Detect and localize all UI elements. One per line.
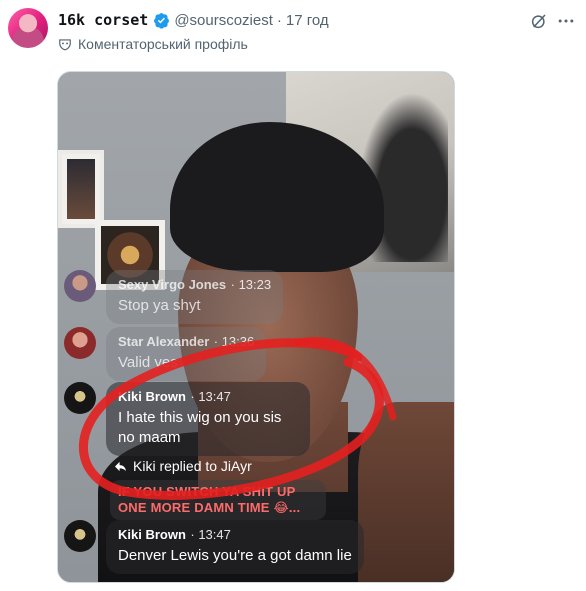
comment-time: 13:47 — [198, 389, 231, 404]
author-handle[interactable]: @sourscoziest — [174, 12, 273, 29]
commenter-avatar — [64, 327, 96, 359]
comment-bubble: Star Alexander · 13:36 Valid yes — [106, 327, 267, 381]
comment-bubble: Kiki Brown · 13:47 Denver Lewis you're a… — [106, 520, 364, 574]
commenter-name: Kiki Brown — [118, 389, 186, 404]
commenter-name: Star Alexander — [118, 334, 210, 349]
comment-bubble: Kiki Brown · 13:47 I hate this wig on yo… — [106, 382, 310, 456]
post-video[interactable]: Sexy Virgo Jones · 13:23 Stop ya shyt St… — [57, 71, 455, 583]
post-header: 16k corset @sourscoziest · 17 год — [58, 9, 536, 31]
live-comment: Star Alexander · 13:36 Valid yes — [64, 327, 267, 381]
comment-time: 13:36 — [221, 334, 255, 349]
comment-text: Stop ya shyt — [118, 297, 201, 314]
reply-text: Kiki replied to JiAyr — [133, 458, 252, 474]
post-timestamp[interactable]: 17 год — [286, 12, 329, 29]
comment-bubble: Sexy Virgo Jones · 13:23 Stop ya shyt — [106, 270, 284, 324]
community-label: Коментаторський профіль — [78, 36, 248, 52]
comment-time: 13:47 — [198, 527, 231, 542]
shoulder — [358, 402, 454, 582]
separator-dot: · — [276, 11, 282, 29]
replied-comment-preview: IF YOU SWITCH YA SHIT UP ONE MORE DAMN T… — [110, 480, 326, 520]
live-comment: Kiki Brown · 13:47 I hate this wig on yo… — [64, 382, 310, 456]
photo-frame-left — [58, 150, 104, 228]
author-avatar[interactable] — [8, 8, 48, 48]
live-comment: Kiki Brown · 13:47 Denver Lewis you're a… — [64, 520, 364, 574]
reply-indicator: Kiki replied to JiAyr — [114, 458, 252, 474]
mask-icon — [59, 39, 71, 51]
commenter-avatar — [64, 270, 96, 302]
comment-time: 13:23 — [238, 277, 272, 292]
author-name[interactable]: 16k corset — [58, 11, 148, 29]
community-note: Коментаторський профіль — [58, 35, 248, 53]
comment-text: I hate this wig on you sis no maam — [118, 409, 282, 446]
reply-arrow-icon — [115, 461, 126, 471]
comment-text: Valid yes — [118, 354, 178, 371]
comment-text: Denver Lewis you're a got damn lie — [118, 547, 352, 564]
commenter-avatar — [64, 382, 96, 414]
live-comment: Sexy Virgo Jones · 13:23 Stop ya shyt — [64, 270, 284, 324]
grok-icon[interactable] — [530, 12, 548, 30]
verified-badge-icon — [154, 12, 170, 29]
commenter-name: Kiki Brown — [118, 527, 186, 542]
commenter-avatar — [64, 520, 96, 552]
commenter-name: Sexy Virgo Jones — [118, 277, 227, 292]
more-icon[interactable] — [556, 11, 576, 31]
